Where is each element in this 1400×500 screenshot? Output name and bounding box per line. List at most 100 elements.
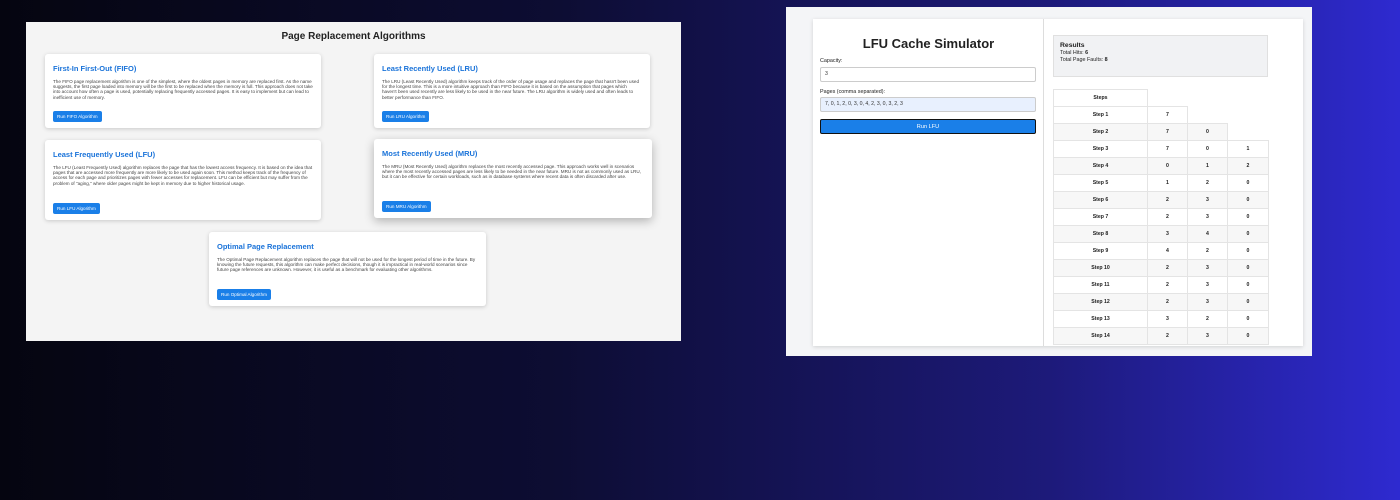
frame-cell: 2 (1147, 327, 1188, 345)
frame-cell: 0 (1187, 123, 1228, 141)
step-label: Step 6 (1053, 191, 1148, 209)
fifo-description: The FIFO page replacement algorithm is o… (53, 79, 313, 100)
capacity-input[interactable]: 3 (820, 67, 1036, 82)
frame-cell: 1 (1147, 174, 1188, 192)
mru-title: Most Recently Used (MRU) (382, 149, 478, 158)
run-lfu-algorithm-button[interactable]: Run LFU Algorithm (53, 203, 100, 214)
lru-card: Least Recently Used (LRU) The LRU (Least… (374, 54, 650, 128)
frame-cell: 7 (1147, 140, 1188, 158)
step-label: Step 12 (1053, 293, 1148, 311)
step-label: Step 14 (1053, 327, 1148, 345)
frame-cell: 3 (1187, 191, 1228, 209)
empty-frame-cell (1228, 124, 1269, 141)
header-spacer (1188, 90, 1228, 107)
pages-input[interactable]: 7, 0, 1, 2, 0, 3, 0, 4, 2, 3, 0, 3, 2, 3 (820, 97, 1036, 112)
mru-description: The MRU (Most Recently Used) algorithm r… (382, 164, 641, 180)
table-row: Step 12 2 3 0 (1053, 293, 1269, 311)
mru-card: Most Recently Used (MRU) The MRU (Most R… (374, 139, 652, 218)
hits-label: Total Hits: (1060, 50, 1084, 56)
step-label: Step 5 (1053, 174, 1148, 192)
faults-label: Total Page Faults: (1060, 56, 1104, 63)
step-label: Step 7 (1053, 208, 1148, 226)
hits-value: 6 (1085, 50, 1089, 56)
table-row: Step 4012 (1053, 157, 1269, 175)
frame-cell: 2 (1147, 208, 1188, 226)
frame-cell: 2 (1227, 157, 1269, 175)
lfu-card: Least Frequently Used (LFU) The LFU (Lea… (45, 140, 321, 220)
step-label: Step 8 (1053, 225, 1148, 243)
frame-cell: 0 (1227, 174, 1269, 192)
frame-cell: 1 (1227, 140, 1269, 158)
table-row: Step 9420 (1053, 242, 1269, 260)
frame-cell: 0 (1227, 208, 1269, 226)
optimal-description: The Optimal Page Replacement algorithm r… (217, 257, 476, 273)
step-label: Step 3 (1053, 140, 1148, 158)
run-mru-button[interactable]: Run MRU Algorithm (382, 201, 431, 212)
faults-value: 8 (1104, 56, 1108, 63)
lru-description: The LRU (Least Recently Used) algorithm … (382, 79, 640, 100)
frame-cell: 0 (1227, 293, 1269, 311)
lru-title: Least Recently Used (LRU) (382, 64, 478, 73)
simulator-form: LFU Cache Simulator Capacity: 3 Pages (c… (813, 19, 1044, 346)
run-optimal-button[interactable]: Run Optimal Algorithm (217, 289, 271, 300)
pages-label: Pages (comma separated): (820, 89, 886, 95)
table-row: Step 13 3 2 0 (1053, 310, 1269, 328)
empty-frame-cell (1228, 107, 1269, 124)
optimal-title: Optimal Page Replacement (217, 242, 314, 251)
run-lru-button[interactable]: Run LRU Algorithm (382, 111, 430, 122)
empty-frame-cell (1188, 107, 1228, 124)
frame-cell: 3 (1187, 208, 1228, 226)
algorithms-page: Page Replacement Algorithms First-In Fir… (26, 22, 681, 341)
frame-cell: 2 (1187, 174, 1228, 192)
frame-cell: 3 (1147, 310, 1188, 328)
table-row: Step 11 2 3 0 (1053, 276, 1269, 294)
table-row: Step 3701 (1053, 140, 1269, 158)
step-label: Step 1 (1053, 106, 1148, 124)
fifo-title: First-In First-Out (FIFO) (53, 64, 137, 73)
table-row: Step 8340 (1053, 225, 1269, 243)
frame-cell: 2 (1147, 293, 1188, 311)
total-hits: Total Hits: 6 (1060, 50, 1261, 57)
frame-cell: 7 (1147, 106, 1188, 124)
frame-cell: 0 (1227, 191, 1269, 209)
table-row: Step 17 (1053, 106, 1269, 124)
table-row: Step 5120 (1053, 174, 1269, 192)
frame-cell: 0 (1227, 225, 1269, 243)
header-spacer (1228, 90, 1269, 107)
step-label: Step 13 (1053, 310, 1148, 328)
steps-header: Steps (1053, 89, 1148, 107)
frame-cell: 0 (1227, 310, 1269, 328)
optimal-card: Optimal Page Replacement The Optimal Pag… (209, 232, 486, 306)
frame-cell: 4 (1187, 225, 1228, 243)
fifo-card: First-In First-Out (FIFO) The FIFO page … (45, 54, 321, 128)
results-title: Results (1060, 42, 1085, 49)
frame-cell: 0 (1187, 140, 1228, 158)
total-faults: Total Page Faults: 8 (1060, 57, 1261, 64)
run-fifo-button[interactable]: Run FIFO Algorithm (53, 111, 102, 122)
step-label: Step 9 (1053, 242, 1148, 260)
simulator-container: LFU Cache Simulator Capacity: 3 Pages (c… (813, 19, 1303, 346)
lfu-title: Least Frequently Used (LFU) (53, 150, 156, 159)
table-row: Step 6230 (1053, 191, 1269, 209)
frame-cell: 2 (1187, 310, 1228, 328)
frame-cell: 0 (1227, 242, 1269, 260)
simulator-title: LFU Cache Simulator (862, 36, 995, 51)
results-panel: Results Total Hits: 6 Total Page Faults:… (1053, 35, 1268, 77)
lfu-description: The LFU (Least Frequently Used) algorith… (53, 165, 313, 186)
table-row: Step 7230 (1053, 208, 1269, 226)
step-label: Step 2 (1053, 123, 1148, 141)
frame-cell: 3 (1187, 327, 1228, 345)
frame-cell: 2 (1147, 191, 1188, 209)
run-lfu-button[interactable]: Run LFU (820, 119, 1036, 134)
table-row: Step 10 2 3 0 (1053, 259, 1269, 277)
capacity-label: Capacity: (820, 58, 843, 64)
frame-cell: 4 (1147, 242, 1188, 260)
frame-cell: 0 (1227, 327, 1269, 345)
frame-cell: 3 (1187, 293, 1228, 311)
frame-cell: 0 (1227, 276, 1269, 294)
header-spacer (1148, 90, 1188, 107)
frame-cell: 2 (1147, 259, 1188, 277)
step-label: Step 11 (1053, 276, 1148, 294)
frame-cell: 1 (1187, 157, 1228, 175)
table-row: Step 270 (1053, 123, 1269, 141)
